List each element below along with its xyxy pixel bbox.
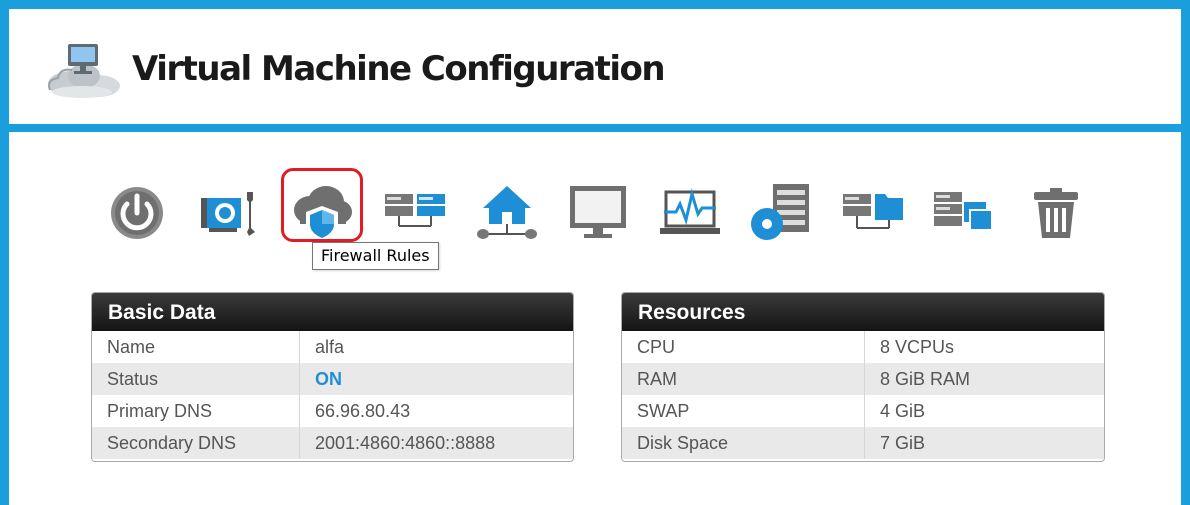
status-value: ON [315,369,342,389]
monitoring-button[interactable] [658,180,722,246]
row-label: Primary DNS [92,395,300,427]
row-value: 66.96.80.43 [315,401,411,421]
network-servers-button[interactable] [383,180,447,246]
table-row: Status ON [92,363,573,395]
row-value: alfa [315,337,345,357]
trash-icon [1034,188,1078,238]
panel-title: Basic Data [92,293,573,331]
row-label: Disk Space [622,427,865,459]
home-network-icon [477,186,537,239]
resources-panel: Resources CPU 8 VCPUs RAM 8 GiB RAM SWAP… [621,292,1105,462]
row-value: 4 GiB [880,401,926,421]
table-row: RAM 8 GiB RAM [622,363,1104,395]
disk-server-icon [751,184,809,240]
page-title: Virtual Machine Configuration [132,49,666,89]
window-frame-left [0,0,9,505]
power-icon [111,187,163,239]
laptop-pulse-icon [660,188,720,234]
window-frame-top [0,0,1190,9]
table-row: Secondary DNS 2001:4860:4860::8888 [92,427,573,459]
console-button[interactable] [566,180,630,246]
row-value: 2001:4860:4860::8888 [315,433,496,453]
power-button[interactable] [105,180,169,246]
header-divider [0,124,1190,132]
servers-network-icon [385,194,445,227]
network-card-wrench-icon [201,192,255,236]
window-frame-right [1181,0,1190,505]
row-label: Status [92,363,300,395]
hardware-settings-button[interactable] [197,180,261,246]
disk-media-button[interactable] [749,180,813,246]
server-folder-icon [843,194,903,229]
delete-button[interactable] [1024,180,1088,246]
table-row: Disk Space 7 GiB [622,427,1104,459]
monitor-icon [570,186,626,238]
row-label: CPU [622,331,865,363]
cloud-computer-icon [42,40,124,100]
table-row: Name alfa [92,331,573,363]
firewall-rules-button[interactable] [290,180,354,246]
table-row: SWAP 4 GiB [622,395,1104,427]
row-label: RAM [622,363,865,395]
basic-data-panel: Basic Data Name alfa Status ON Primary D… [91,292,574,462]
tooltip: Firewall Rules [312,242,439,270]
row-label: SWAP [622,395,865,427]
table-row: CPU 8 VCPUs [622,331,1104,363]
cloud-shield-icon [294,186,352,242]
file-transfer-button[interactable] [841,180,905,246]
row-value: 7 GiB [880,433,926,453]
home-network-button[interactable] [475,180,539,246]
server-copy-icon [934,192,993,231]
row-value: 8 VCPUs [880,337,955,357]
table-row: Primary DNS 66.96.80.43 [92,395,573,427]
row-label: Name [92,331,300,363]
snapshots-button[interactable] [932,180,996,246]
panel-title: Resources [622,293,1104,331]
row-value: 8 GiB RAM [880,369,971,389]
row-label: Secondary DNS [92,427,300,459]
